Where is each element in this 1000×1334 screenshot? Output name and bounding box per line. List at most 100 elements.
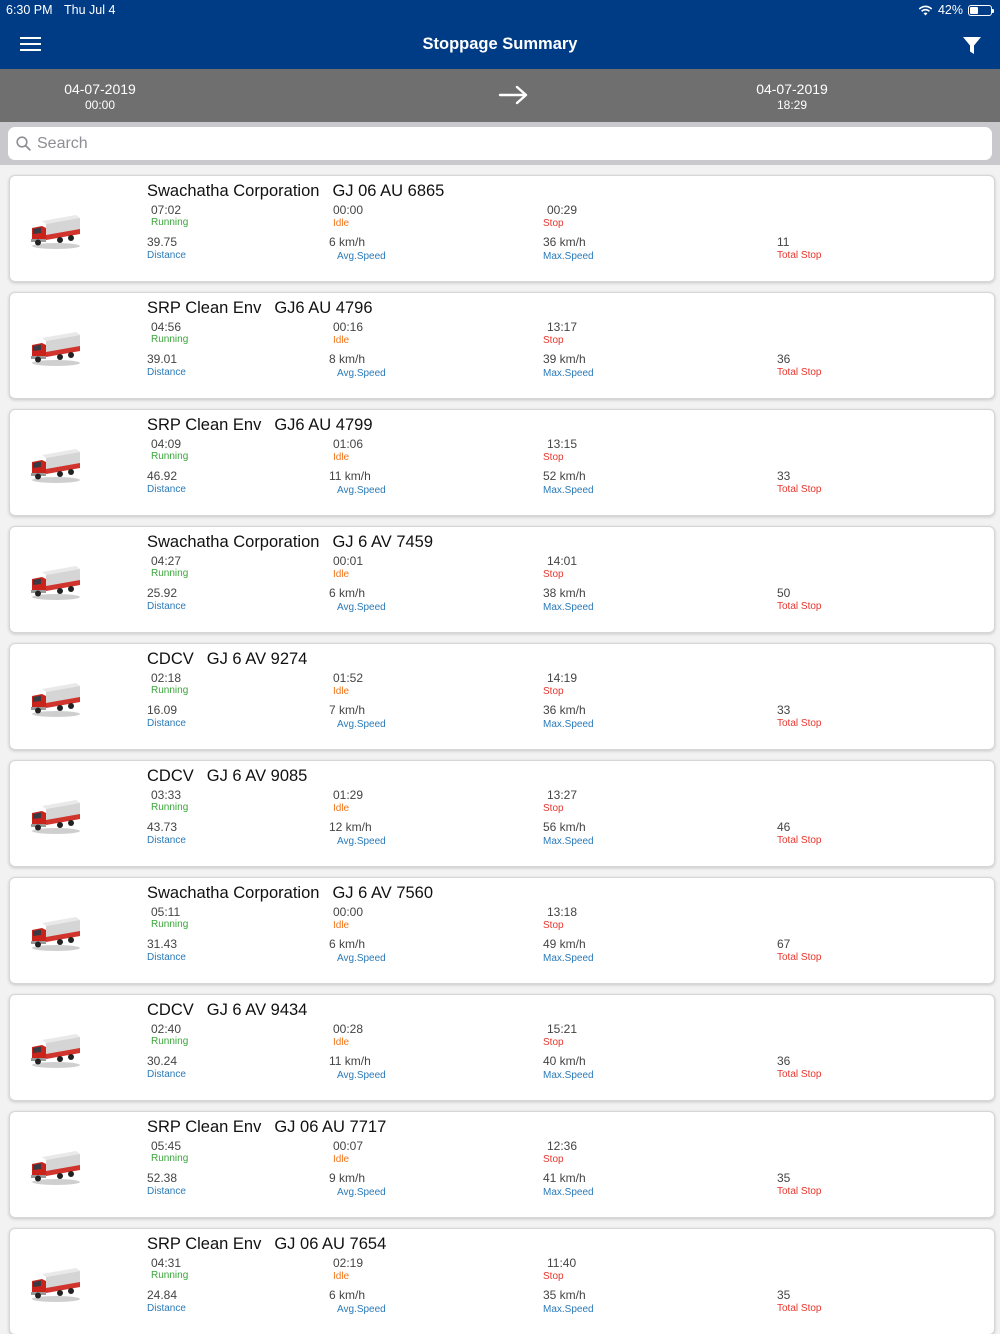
running-label: Running — [151, 568, 189, 579]
stop-label: Stop — [543, 1037, 564, 1048]
max-speed-value: 36 km/h — [543, 235, 586, 249]
max-speed-label: Max.Speed — [543, 251, 594, 262]
search-input[interactable] — [37, 134, 937, 153]
running-label: Running — [151, 1036, 189, 1047]
idle-label: Idle — [333, 920, 350, 931]
avg-speed-label: Avg.Speed — [337, 836, 386, 847]
running-time: 05:11 — [151, 905, 181, 919]
avg-speed-label: Avg.Speed — [337, 1070, 386, 1081]
idle-time: 00:16 — [333, 320, 364, 334]
max-speed-value: 40 km/h — [543, 1054, 586, 1068]
vehicle-card[interactable]: Swachatha Corporation GJ 6 AV 7459 04:27 … — [9, 526, 995, 633]
total-stop-value: 35 — [777, 1171, 791, 1185]
from-date-picker[interactable]: 04-07-2019 00:00 — [40, 81, 160, 112]
total-stop-value: 46 — [777, 820, 791, 834]
status-time: 6:30 PM — [6, 3, 53, 17]
stop-time: 13:18 — [547, 905, 578, 919]
stop-label: Stop — [543, 1154, 564, 1165]
vehicle-card[interactable]: Swachatha Corporation GJ 6 AV 7560 05:11 … — [9, 877, 995, 984]
distance-label: Distance — [147, 718, 186, 729]
stop-time: 15:21 — [547, 1022, 578, 1036]
vehicle-card[interactable]: CDCV GJ 6 AV 9434 02:40 Running 30.24 Dis… — [9, 994, 995, 1101]
search-bar[interactable] — [8, 127, 992, 160]
vehicle-card[interactable]: SRP Clean Env GJ 06 AU 7717 05:45 Running… — [9, 1111, 995, 1218]
distance-value: 52.38 — [147, 1171, 178, 1185]
search-bar-container — [0, 122, 1000, 165]
vehicle-plate: GJ 06 AU 7654 — [274, 1235, 387, 1253]
max-speed-label: Max.Speed — [543, 836, 594, 847]
avg-speed-label: Avg.Speed — [337, 719, 386, 730]
distance-value: 25.92 — [147, 586, 178, 600]
running-label: Running — [151, 802, 189, 813]
idle-label: Idle — [333, 452, 350, 463]
stop-time: 13:15 — [547, 437, 578, 451]
to-date-picker[interactable]: 04-07-2019 18:29 — [732, 81, 852, 112]
max-speed-value: 41 km/h — [543, 1171, 586, 1185]
max-speed-label: Max.Speed — [543, 719, 594, 730]
running-label: Running — [151, 1270, 189, 1281]
max-speed-value: 36 km/h — [543, 703, 586, 717]
truck-icon — [31, 683, 80, 717]
status-date: Thu Jul 4 — [64, 3, 116, 17]
stop-time: 13:27 — [547, 788, 578, 802]
stop-label: Stop — [543, 569, 564, 580]
avg-speed-value: 6 km/h — [329, 586, 366, 600]
vehicle-card[interactable]: CDCV GJ 6 AV 9085 03:33 Running 43.73 Dis… — [9, 760, 995, 867]
total-stop-label: Total Stop — [777, 601, 822, 612]
vehicle-plate: GJ6 AU 4799 — [274, 416, 373, 434]
total-stop-label: Total Stop — [777, 1303, 822, 1314]
vehicle-list[interactable]: Swachatha Corporation GJ 06 AU 6865 07:02… — [0, 165, 1000, 1334]
avg-speed-label: Avg.Speed — [337, 602, 386, 613]
truck-icon — [31, 215, 80, 249]
total-stop-label: Total Stop — [777, 1186, 822, 1197]
avg-speed-label: Avg.Speed — [337, 368, 386, 379]
distance-label: Distance — [147, 835, 186, 846]
arrow-right-icon — [498, 85, 528, 105]
stop-label: Stop — [543, 1271, 564, 1282]
max-speed-label: Max.Speed — [543, 1187, 594, 1198]
vehicle-title: CDCV GJ 6 AV 9434 — [147, 1001, 307, 1020]
page-title: Stoppage Summary — [422, 35, 578, 53]
truck-icon — [31, 1151, 80, 1185]
idle-label: Idle — [333, 1271, 350, 1282]
max-speed-label: Max.Speed — [543, 1304, 594, 1315]
distance-label: Distance — [147, 1069, 186, 1080]
running-time: 07:02 — [151, 203, 182, 217]
vehicle-card[interactable]: SRP Clean Env GJ6 AU 4799 04:09 Running 4… — [9, 409, 995, 516]
max-speed-label: Max.Speed — [543, 368, 594, 379]
distance-value: 31.43 — [147, 937, 178, 951]
running-label: Running — [151, 1153, 189, 1164]
vehicle-card[interactable]: SRP Clean Env GJ6 AU 4796 04:56 Running 3… — [9, 292, 995, 399]
vehicle-title: SRP Clean Env GJ 06 AU 7654 — [147, 1235, 386, 1254]
stop-time: 13:17 — [547, 320, 578, 334]
avg-speed-value: 8 km/h — [329, 352, 366, 366]
stop-label: Stop — [543, 335, 564, 346]
vehicle-card[interactable]: SRP Clean Env GJ 06 AU 7654 04:31 Running… — [9, 1228, 995, 1334]
vehicle-card[interactable]: CDCV GJ 6 AV 9274 02:18 Running 16.09 Dis… — [9, 643, 995, 750]
running-label: Running — [151, 919, 189, 930]
battery-icon — [968, 4, 994, 16]
idle-label: Idle — [333, 1154, 350, 1165]
search-icon — [16, 136, 31, 151]
avg-speed-value: 7 km/h — [329, 703, 366, 717]
avg-speed-label: Avg.Speed — [337, 251, 386, 262]
running-time: 04:56 — [151, 320, 182, 334]
avg-speed-label: Avg.Speed — [337, 1304, 386, 1315]
running-time: 03:33 — [151, 788, 182, 802]
max-speed-label: Max.Speed — [543, 1070, 594, 1081]
from-date: 04-07-2019 — [64, 81, 136, 97]
running-time: 02:18 — [151, 671, 182, 685]
distance-label: Distance — [147, 1186, 186, 1197]
vehicle-plate: GJ 6 AV 9085 — [206, 767, 308, 785]
vehicle-card[interactable]: Swachatha Corporation GJ 06 AU 6865 07:02… — [9, 175, 995, 282]
truck-icon — [31, 566, 80, 600]
filter-icon[interactable] — [962, 36, 982, 56]
navigation-bar: Stoppage Summary — [0, 20, 1000, 69]
distance-value: 30.24 — [147, 1054, 178, 1068]
stop-label: Stop — [543, 218, 564, 229]
vehicle-title: Swachatha Corporation GJ 6 AV 7459 — [147, 533, 433, 552]
distance-value: 16.09 — [147, 703, 178, 717]
idle-label: Idle — [333, 569, 350, 580]
stop-time: 00:29 — [547, 203, 578, 217]
total-stop-value: 33 — [777, 703, 791, 717]
